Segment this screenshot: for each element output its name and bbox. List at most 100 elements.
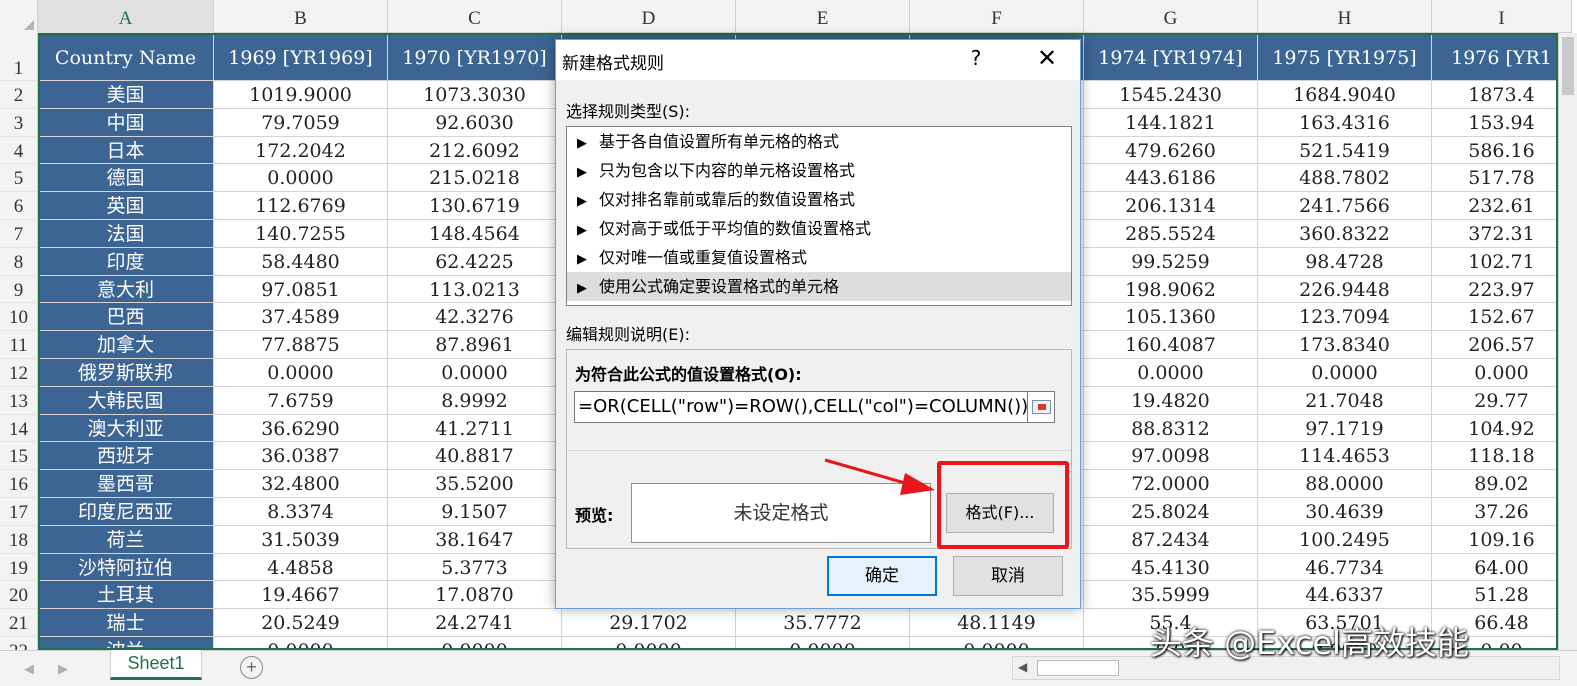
table-cell[interactable]: 德国	[38, 164, 214, 193]
table-cell[interactable]: 152.67	[1432, 303, 1572, 332]
table-cell[interactable]: 521.5419	[1258, 136, 1432, 165]
table-cell[interactable]: 97.1719	[1258, 414, 1432, 443]
table-cell[interactable]: 29.1702	[562, 609, 736, 637]
row-header[interactable]: 13	[0, 386, 38, 415]
row-header[interactable]: 4	[0, 136, 38, 165]
table-cell[interactable]: 西班牙	[38, 442, 214, 471]
table-cell[interactable]: 0.0000	[388, 358, 562, 387]
table-cell[interactable]: 130.6719	[388, 192, 562, 220]
table-cell[interactable]: 163.4316	[1258, 108, 1432, 137]
table-cell[interactable]: 443.6186	[1084, 164, 1258, 193]
table-cell[interactable]: 1873.4	[1432, 81, 1572, 109]
table-cell[interactable]: 7.6759	[214, 386, 388, 415]
table-cell[interactable]: 1975 [YR1975]	[1258, 33, 1432, 81]
row-header[interactable]: 15	[0, 442, 38, 471]
table-cell[interactable]: 41.2711	[388, 414, 562, 443]
table-cell[interactable]: 波兰	[38, 636, 214, 650]
table-cell[interactable]: 517.78	[1432, 164, 1572, 193]
column-header-a[interactable]: A	[38, 0, 214, 33]
rule-type-item[interactable]: ▶ 仅对排名靠前或靠后的数值设置格式	[567, 185, 1071, 214]
table-cell[interactable]: 114.4653	[1258, 442, 1432, 471]
range-selector-button[interactable]	[1027, 391, 1055, 423]
table-cell[interactable]: 日本	[38, 136, 214, 165]
table-cell[interactable]: 墨西哥	[38, 470, 214, 498]
table-cell[interactable]: 37.26	[1432, 497, 1572, 526]
tab-scroll-left-icon[interactable]: ◀	[24, 661, 34, 677]
table-cell[interactable]: 36.0387	[214, 442, 388, 471]
table-cell[interactable]: 360.8322	[1258, 219, 1432, 248]
rule-type-item[interactable]: ▶ 仅对唯一值或重复值设置格式	[567, 243, 1071, 272]
row-header[interactable]: 10	[0, 303, 38, 332]
table-cell[interactable]: 104.92	[1432, 414, 1572, 443]
rule-type-item[interactable]: ▶ 仅对高于或低于平均值的数值设置格式	[567, 214, 1071, 243]
table-cell[interactable]: 285.5524	[1084, 219, 1258, 248]
table-cell[interactable]: 0.0000	[562, 636, 736, 650]
table-cell[interactable]: 38.1647	[388, 525, 562, 554]
row-header[interactable]: 9	[0, 275, 38, 304]
table-cell[interactable]: 172.2042	[214, 136, 388, 165]
format-button[interactable]: 格式(F)...	[946, 493, 1054, 533]
table-cell[interactable]: 488.7802	[1258, 164, 1432, 193]
tab-sheet1[interactable]: Sheet1	[110, 650, 202, 680]
table-cell[interactable]: 148.4564	[388, 219, 562, 248]
table-cell[interactable]: 89.02	[1432, 470, 1572, 498]
row-header[interactable]: 1	[0, 33, 38, 81]
table-cell[interactable]: 44.6337	[1258, 581, 1432, 610]
table-cell[interactable]: 206.1314	[1084, 192, 1258, 220]
horizontal-scroll-thumb[interactable]	[1037, 660, 1119, 676]
table-cell[interactable]: 98.4728	[1258, 247, 1432, 276]
table-cell[interactable]: 1970 [YR1970]	[388, 33, 562, 81]
table-cell[interactable]: 加拿大	[38, 331, 214, 359]
table-cell[interactable]: 英国	[38, 192, 214, 220]
table-cell[interactable]: 35.5999	[1084, 581, 1258, 610]
table-cell[interactable]: 160.4087	[1084, 331, 1258, 359]
table-cell[interactable]: 241.7566	[1258, 192, 1432, 220]
cancel-button[interactable]: 取消	[953, 556, 1063, 596]
table-cell[interactable]: 97.0851	[214, 275, 388, 304]
help-icon[interactable]: ?	[961, 46, 991, 70]
table-cell[interactable]: 372.31	[1432, 219, 1572, 248]
column-header-c[interactable]: C	[388, 0, 562, 33]
table-cell[interactable]: 37.4589	[214, 303, 388, 332]
row-header[interactable]: 14	[0, 414, 38, 443]
table-cell[interactable]: 土耳其	[38, 581, 214, 610]
table-cell[interactable]: 1974 [YR1974]	[1084, 33, 1258, 81]
table-cell[interactable]: 212.6092	[388, 136, 562, 165]
row-header[interactable]: 12	[0, 358, 38, 387]
table-cell[interactable]: 226.9448	[1258, 275, 1432, 304]
table-cell[interactable]: 0.0000	[214, 358, 388, 387]
table-cell[interactable]: 109.16	[1432, 525, 1572, 554]
table-cell[interactable]: 79.7059	[214, 108, 388, 137]
table-cell[interactable]: 586.16	[1432, 136, 1572, 165]
row-header[interactable]: 7	[0, 219, 38, 248]
table-cell[interactable]: 64.00	[1432, 553, 1572, 582]
table-cell[interactable]: 意大利	[38, 275, 214, 304]
dialog-titlebar[interactable]: 新建格式规则 ? ✕	[556, 40, 1080, 80]
tab-scroll-right-icon[interactable]: ▶	[58, 661, 68, 677]
table-cell[interactable]: 澳大利亚	[38, 414, 214, 443]
table-cell[interactable]: 153.94	[1432, 108, 1572, 137]
formula-input[interactable]: =OR(CELL("row")=ROW(),CELL("col")=COLUMN…	[574, 391, 1028, 423]
table-cell[interactable]: 35.7772	[736, 609, 910, 637]
table-cell[interactable]: 法国	[38, 219, 214, 248]
table-cell[interactable]: 105.1360	[1084, 303, 1258, 332]
table-cell[interactable]: 0.0000	[736, 636, 910, 650]
table-cell[interactable]: 20.5249	[214, 609, 388, 637]
table-cell[interactable]: 46.7734	[1258, 553, 1432, 582]
table-cell[interactable]: 0.0000	[1084, 358, 1258, 387]
table-cell[interactable]: 72.0000	[1084, 470, 1258, 498]
add-sheet-icon[interactable]: +	[240, 656, 263, 679]
table-cell[interactable]: 25.8024	[1084, 497, 1258, 526]
table-cell[interactable]: 0.000	[1432, 358, 1572, 387]
row-header[interactable]: 21	[0, 609, 38, 637]
table-cell[interactable]: 1684.9040	[1258, 81, 1432, 109]
select-all-corner[interactable]	[0, 0, 38, 33]
table-cell[interactable]: 21.7048	[1258, 386, 1432, 415]
table-cell[interactable]: 沙特阿拉伯	[38, 553, 214, 582]
row-header[interactable]: 8	[0, 247, 38, 276]
row-header[interactable]: 20	[0, 581, 38, 610]
table-cell[interactable]: 印度	[38, 247, 214, 276]
table-cell[interactable]: 45.4130	[1084, 553, 1258, 582]
table-cell[interactable]: 大韩民国	[38, 386, 214, 415]
table-cell[interactable]: 24.2741	[388, 609, 562, 637]
